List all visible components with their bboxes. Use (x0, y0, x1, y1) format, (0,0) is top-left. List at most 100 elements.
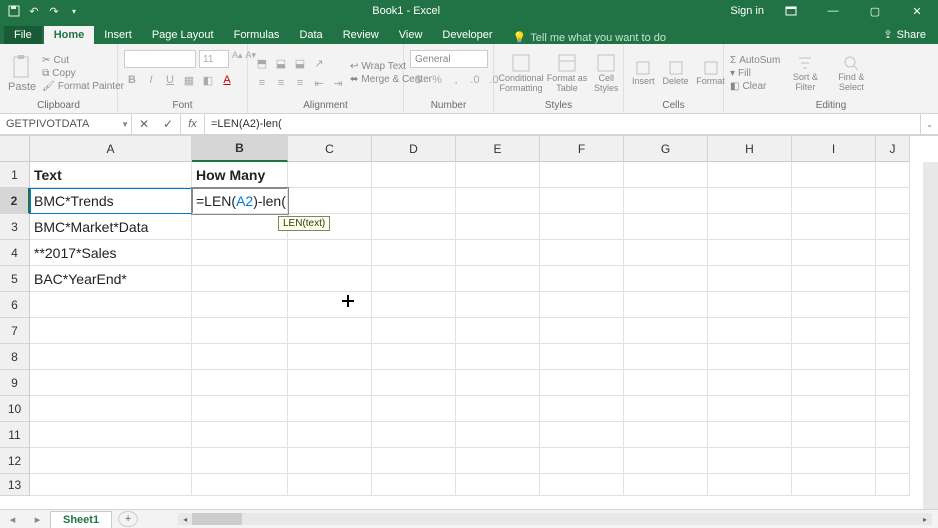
col-header-J[interactable]: J (876, 136, 910, 162)
save-icon[interactable] (6, 3, 22, 19)
clear-button[interactable]: ◧Clear (730, 81, 780, 92)
orientation-icon[interactable]: ↗ (311, 55, 327, 71)
cell-H10[interactable] (708, 396, 792, 422)
row-header-11[interactable]: 11 (0, 422, 30, 448)
cell-F7[interactable] (540, 318, 624, 344)
cell-H8[interactable] (708, 344, 792, 370)
col-header-C[interactable]: C (288, 136, 372, 162)
cell-E13[interactable] (456, 474, 540, 496)
cell-D3[interactable] (372, 214, 456, 240)
hscroll-left-icon[interactable]: ◂ (178, 513, 192, 525)
find-select-button[interactable]: Find & Select (830, 52, 872, 94)
align-middle-icon[interactable]: ⬓ (273, 55, 289, 71)
cell-A8[interactable] (30, 344, 192, 370)
cell-I10[interactable] (792, 396, 876, 422)
cell-A13[interactable] (30, 474, 192, 496)
tab-home[interactable]: Home (44, 26, 95, 44)
cell-E2[interactable] (456, 188, 540, 214)
format-painter-button[interactable]: 🖌Format Painter (42, 81, 124, 92)
row-header-7[interactable]: 7 (0, 318, 30, 344)
cell-D7[interactable] (372, 318, 456, 344)
align-top-icon[interactable]: ⬒ (254, 55, 270, 71)
format-as-table-button[interactable]: Format as Table (546, 51, 588, 95)
cell-C6[interactable] (288, 292, 372, 318)
fill-button[interactable]: ▾Fill (730, 68, 780, 79)
conditional-formatting-button[interactable]: Conditional Formatting (500, 51, 542, 95)
cell-C8[interactable] (288, 344, 372, 370)
col-header-H[interactable]: H (708, 136, 792, 162)
cell-D4[interactable] (372, 240, 456, 266)
format-cells-button[interactable]: Format (695, 58, 727, 88)
cell-C2[interactable] (288, 188, 372, 214)
border-button[interactable]: ▦ (181, 72, 197, 88)
hscroll-thumb[interactable] (192, 513, 242, 525)
cell-J2[interactable] (876, 188, 910, 214)
row-header-1[interactable]: 1 (0, 162, 30, 188)
cell-F9[interactable] (540, 370, 624, 396)
cell-G1[interactable] (624, 162, 708, 188)
fx-icon[interactable]: fx (181, 114, 205, 134)
col-header-G[interactable]: G (624, 136, 708, 162)
italic-button[interactable]: I (143, 72, 159, 88)
cell-C13[interactable] (288, 474, 372, 496)
cell-E6[interactable] (456, 292, 540, 318)
cell-D10[interactable] (372, 396, 456, 422)
cell-A6[interactable] (30, 292, 192, 318)
cell-J9[interactable] (876, 370, 910, 396)
sheet-tab-1[interactable]: Sheet1 (50, 511, 112, 528)
horizontal-scrollbar[interactable]: ◂ ▸ (178, 513, 932, 525)
cell-D5[interactable] (372, 266, 456, 292)
redo-icon[interactable]: ↷ (46, 3, 62, 19)
tab-page-layout[interactable]: Page Layout (142, 26, 224, 44)
cell-C5[interactable] (288, 266, 372, 292)
cell-J11[interactable] (876, 422, 910, 448)
inc-decimal-icon[interactable]: .0 (467, 72, 483, 88)
cell-B1[interactable]: How Many (192, 162, 288, 188)
cell-H1[interactable] (708, 162, 792, 188)
cell-H7[interactable] (708, 318, 792, 344)
cell-E10[interactable] (456, 396, 540, 422)
cell-F12[interactable] (540, 448, 624, 474)
row-header-3[interactable]: 3 (0, 214, 30, 240)
cell-A7[interactable] (30, 318, 192, 344)
share-button[interactable]: ⇪ Share (871, 25, 938, 44)
tab-formulas[interactable]: Formulas (224, 26, 290, 44)
cell-F13[interactable] (540, 474, 624, 496)
cell-I11[interactable] (792, 422, 876, 448)
cell-B9[interactable] (192, 370, 288, 396)
cell-A10[interactable] (30, 396, 192, 422)
hscroll-right-icon[interactable]: ▸ (918, 513, 932, 525)
cell-F11[interactable] (540, 422, 624, 448)
cell-H9[interactable] (708, 370, 792, 396)
cell-I8[interactable] (792, 344, 876, 370)
cell-J1[interactable] (876, 162, 910, 188)
cell-D1[interactable] (372, 162, 456, 188)
ribbon-options-icon[interactable] (776, 0, 806, 22)
cell-H6[interactable] (708, 292, 792, 318)
cell-I9[interactable] (792, 370, 876, 396)
cell-G13[interactable] (624, 474, 708, 496)
cell-G10[interactable] (624, 396, 708, 422)
cell-G3[interactable] (624, 214, 708, 240)
cell-H11[interactable] (708, 422, 792, 448)
cell-C4[interactable] (288, 240, 372, 266)
delete-cells-button[interactable]: Delete (661, 58, 691, 88)
font-color-button[interactable]: A (219, 72, 235, 88)
cell-J13[interactable] (876, 474, 910, 496)
comma-icon[interactable]: , (448, 72, 464, 88)
formula-input[interactable]: =LEN(A2)-len( (205, 114, 920, 134)
cell-I3[interactable] (792, 214, 876, 240)
close-button[interactable]: ✕ (902, 0, 932, 22)
cell-F6[interactable] (540, 292, 624, 318)
paste-button[interactable]: Paste (6, 51, 38, 95)
cell-C9[interactable] (288, 370, 372, 396)
row-header-4[interactable]: 4 (0, 240, 30, 266)
qat-customize-icon[interactable]: ▾ (66, 3, 82, 19)
cell-B2[interactable]: =LEN(A2)-len( (192, 188, 288, 214)
cell-A3[interactable]: BMC*Market*Data (30, 214, 192, 240)
row-header-9[interactable]: 9 (0, 370, 30, 396)
cell-G8[interactable] (624, 344, 708, 370)
col-header-D[interactable]: D (372, 136, 456, 162)
cell-A11[interactable] (30, 422, 192, 448)
cell-C10[interactable] (288, 396, 372, 422)
